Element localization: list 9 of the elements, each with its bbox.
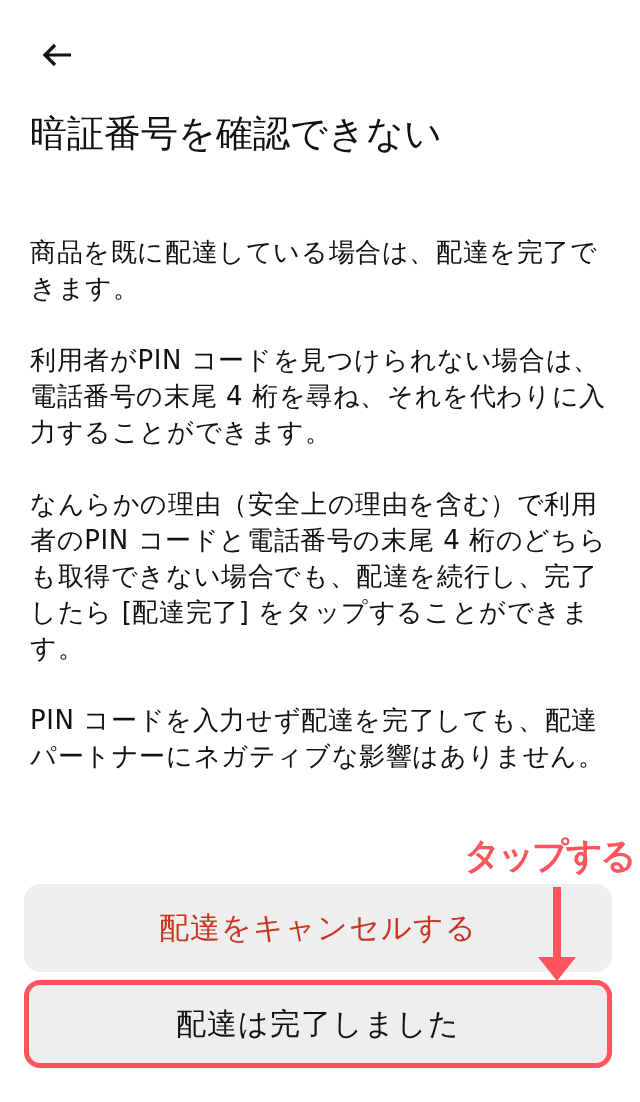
body-text: なんらかの理由（安全上の理由を含む）で利用者のPIN コードと電話番号の末尾 4 桁のどちらも取得できない場合でも、配達を続行し、完了したら [配達完了] をタップすることができます。 [30,488,608,665]
annotation-label: タップする [464,834,634,878]
body-text: 商品を既に配達している場合は、配達を完了できます。 [30,236,599,305]
page-title: 暗証番号を確認できない [29,111,443,157]
body-text: 利用者がPIN コードを見つけられない場合は、電話番号の末尾 4 桁を尋ね、それを代わりに入力することができます。 [30,344,607,449]
back-arrow-icon [42,43,72,67]
body-text: PIN コードを入力せず配達を完了しても、配達パートナーにネガティブな影響はありません。 [30,704,606,773]
delivery-complete-button[interactable]: 配達は完了しました [24,980,612,1068]
cancel-delivery-button[interactable]: 配達をキャンセルする [24,884,612,972]
